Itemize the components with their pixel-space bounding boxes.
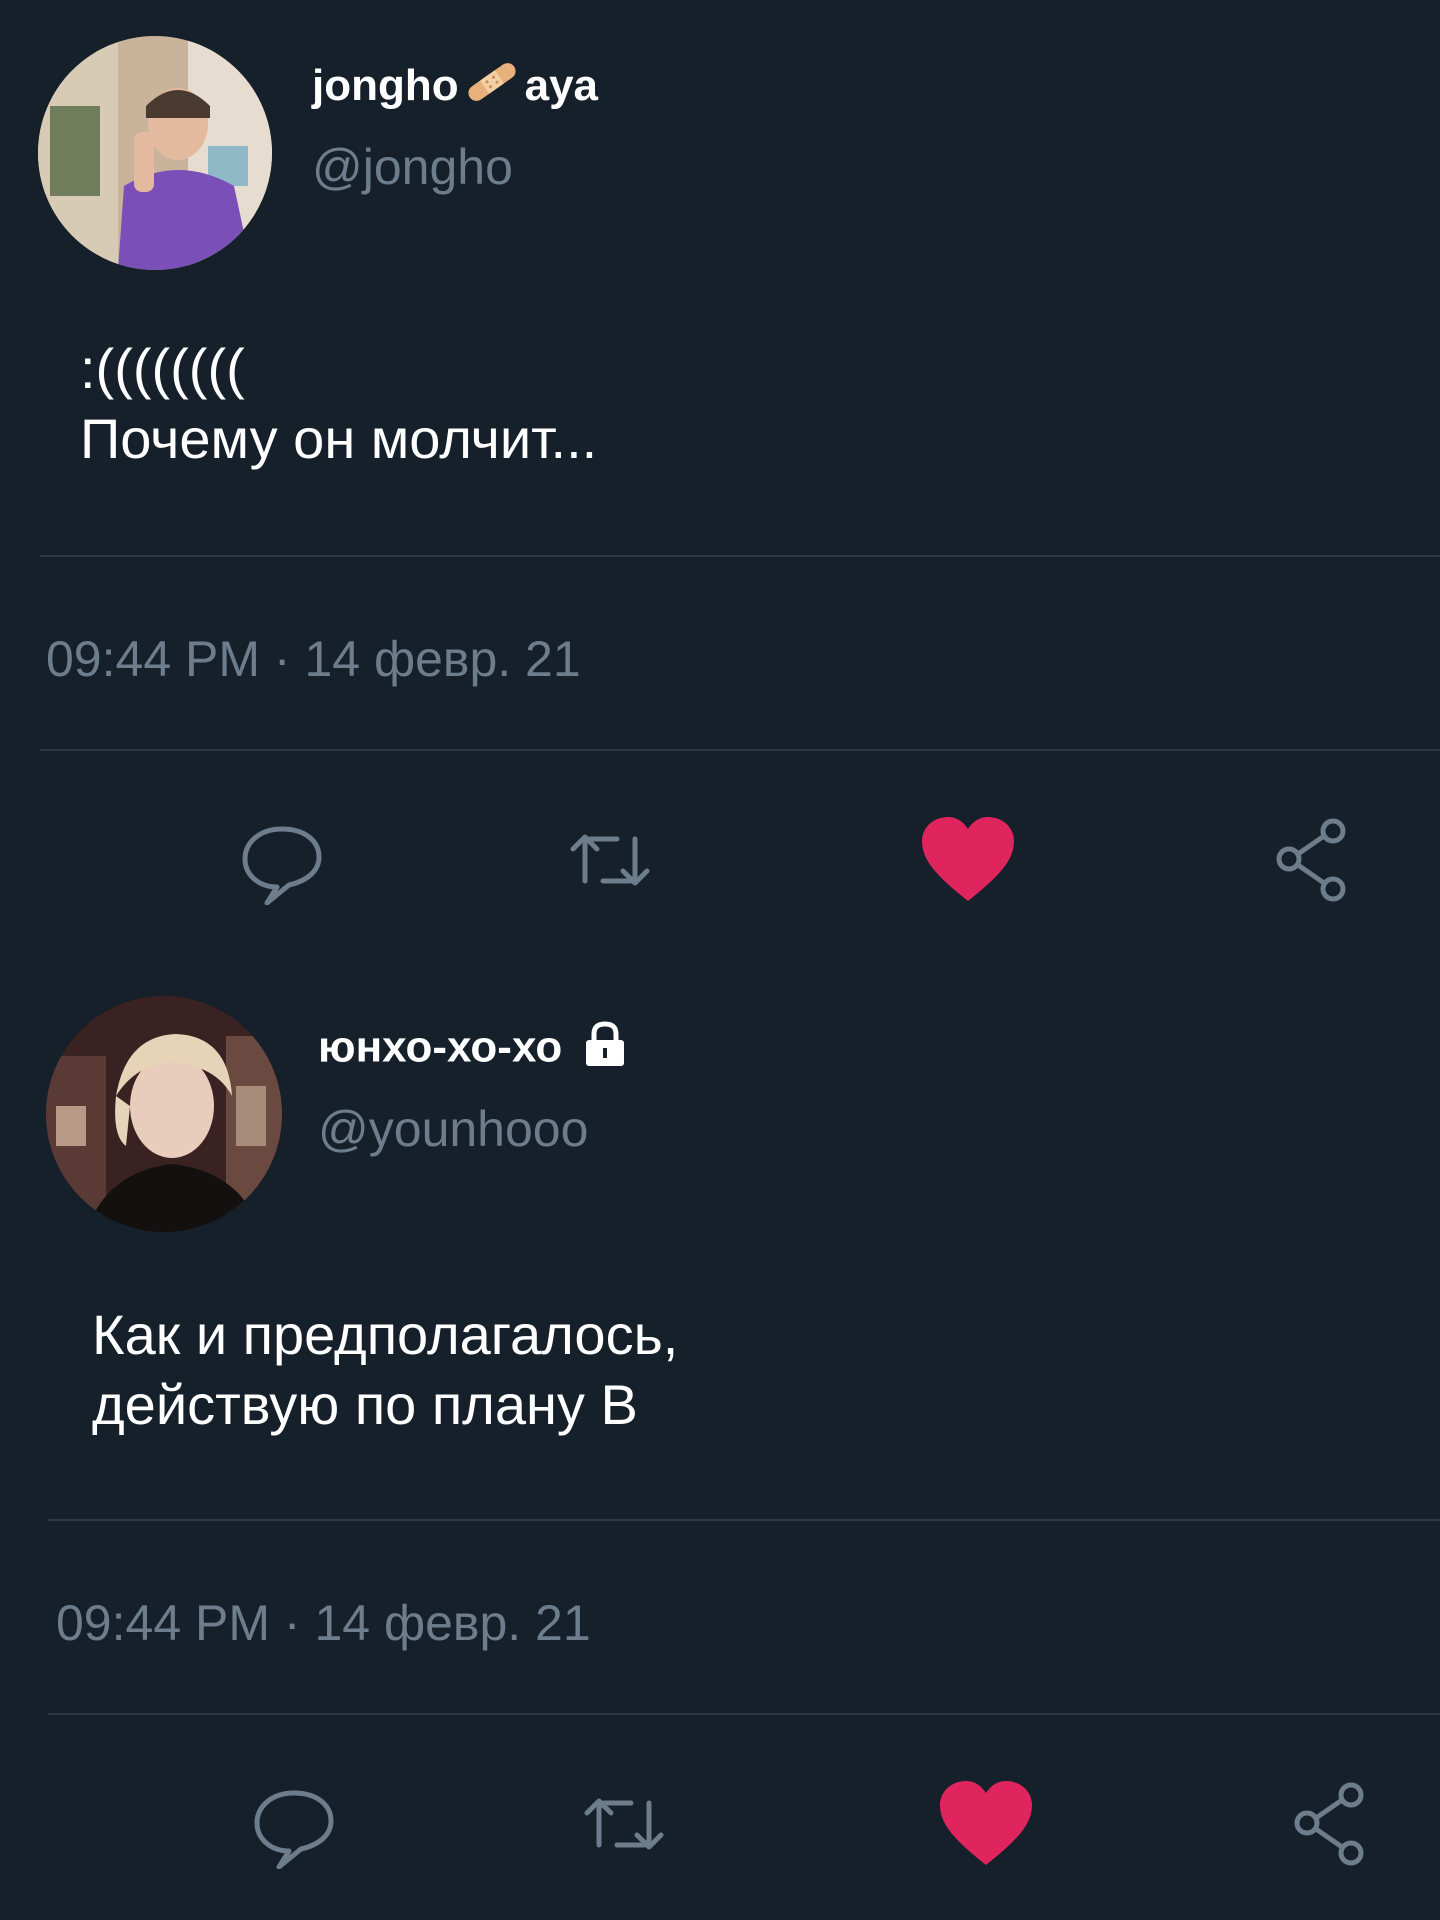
tweet-text-line: действую по плану В <box>92 1373 638 1436</box>
adhesive-bandage-icon <box>463 62 521 114</box>
reply-icon <box>237 815 327 910</box>
avatar[interactable] <box>38 36 272 270</box>
display-name-part: юнхо-хо-хо <box>318 1022 563 1072</box>
retweet-icon <box>579 1779 669 1874</box>
reply-button[interactable] <box>244 1776 344 1876</box>
divider <box>40 749 1440 751</box>
divider <box>48 1519 1440 1521</box>
user-handle[interactable]: @jongho <box>312 138 513 196</box>
divider <box>48 1713 1440 1715</box>
like-button[interactable] <box>936 1776 1036 1876</box>
like-button[interactable] <box>918 812 1018 912</box>
heart-icon <box>918 815 1018 910</box>
tweet-text-line: :(((((((( <box>80 337 245 400</box>
heart-icon <box>936 1779 1036 1874</box>
tweet-text: :(((((((( Почему он молчит... <box>80 334 597 474</box>
timestamp[interactable]: 09:44 PM · 14 февр. 21 <box>56 1594 591 1652</box>
tweet: юнхо-хо-хо @younhooo Как и предполагалос… <box>0 960 1440 1920</box>
share-button[interactable] <box>1280 1776 1380 1876</box>
share-icon <box>1267 815 1357 910</box>
retweet-button[interactable] <box>560 812 660 912</box>
display-name[interactable]: юнхо-хо-хо <box>318 1020 626 1080</box>
display-name[interactable]: jongho aya <box>312 60 598 114</box>
share-icon <box>1285 1779 1375 1874</box>
display-name-part: jongho <box>312 61 459 110</box>
user-handle[interactable]: @younhooo <box>318 1100 588 1158</box>
retweet-button[interactable] <box>574 1776 674 1876</box>
retweet-icon <box>565 815 655 910</box>
reply-icon <box>249 1779 339 1874</box>
tweet-text: Как и предполагалось, действую по плану … <box>92 1300 678 1440</box>
tweet-text-line: Почему он молчит... <box>80 407 598 470</box>
tweet-thread: jongho aya @jongho :(((((((( Почему он мо… <box>0 0 1440 1920</box>
tweet: jongho aya @jongho :(((((((( Почему он мо… <box>0 0 1440 960</box>
lock-icon <box>584 1020 626 1080</box>
display-name-part: aya <box>524 61 599 110</box>
divider <box>40 555 1440 557</box>
tweet-text-line: Как и предполагалось, <box>92 1303 679 1366</box>
timestamp[interactable]: 09:44 PM · 14 февр. 21 <box>46 630 581 688</box>
avatar[interactable] <box>46 996 282 1232</box>
reply-button[interactable] <box>232 812 332 912</box>
share-button[interactable] <box>1262 812 1362 912</box>
